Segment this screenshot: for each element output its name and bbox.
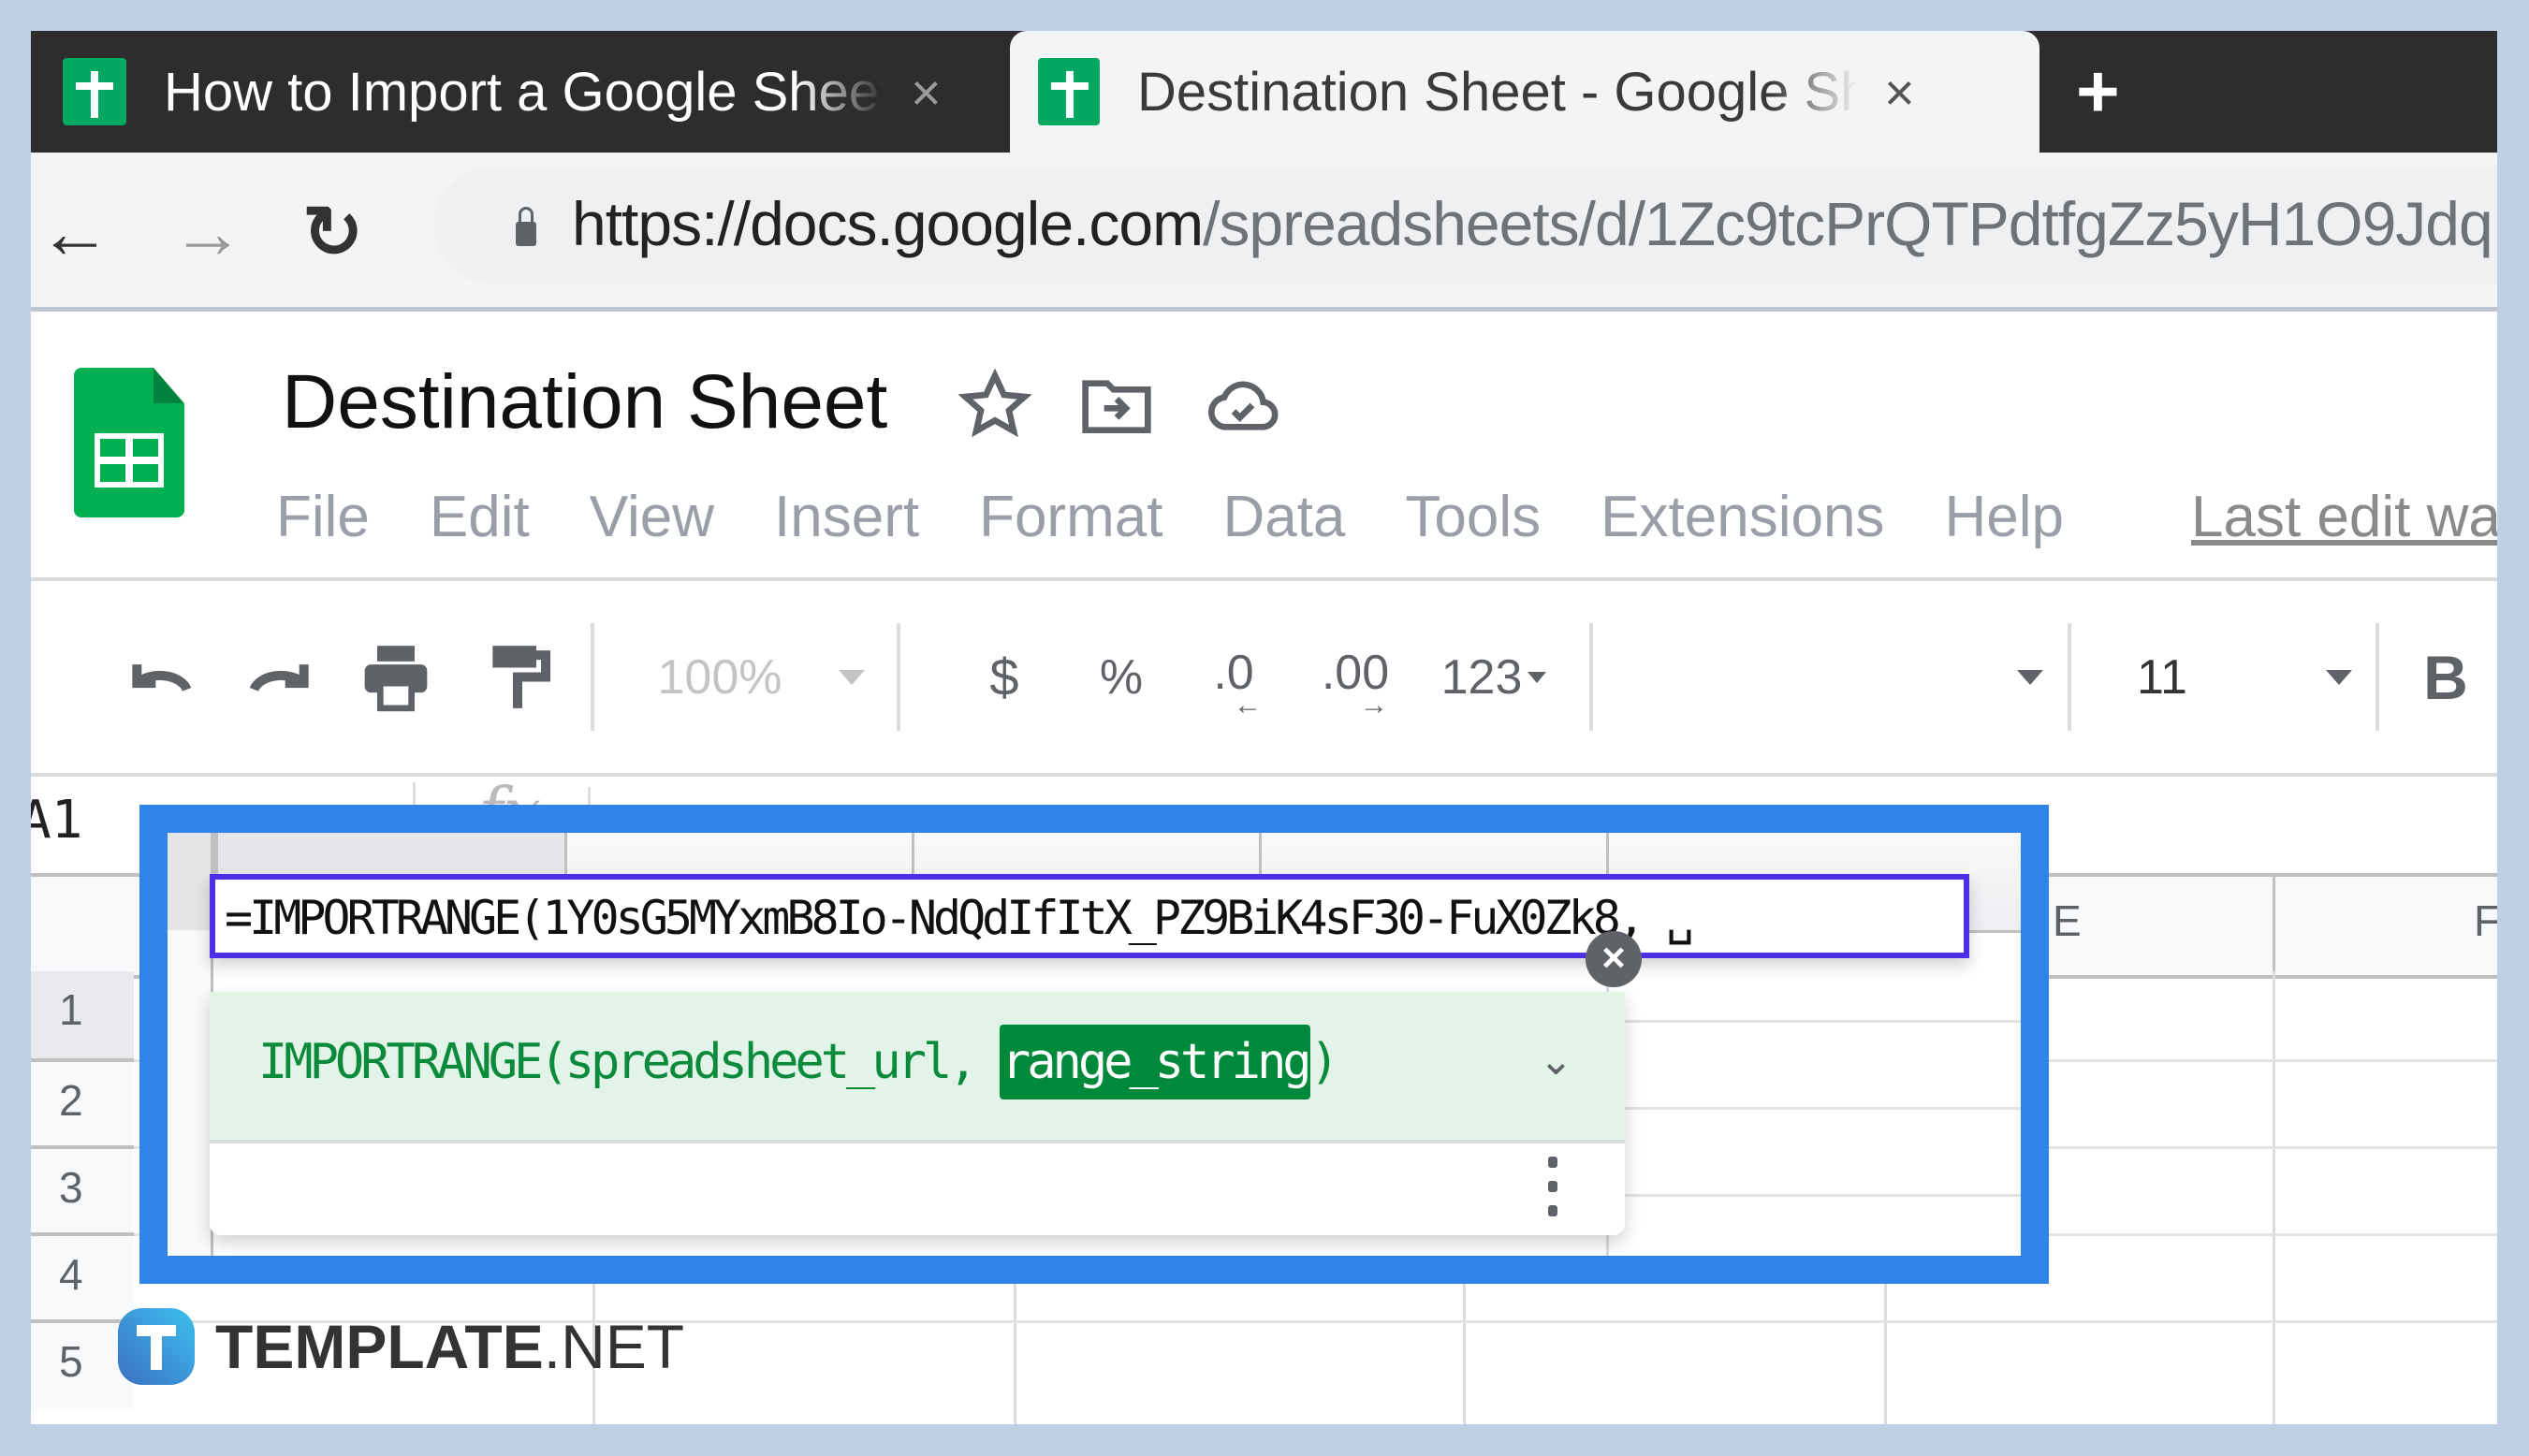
lock-icon[interactable] bbox=[516, 207, 536, 246]
forward-arrow-icon[interactable]: → bbox=[171, 195, 244, 269]
star-icon[interactable] bbox=[958, 368, 1032, 443]
paint-format-icon[interactable] bbox=[480, 581, 555, 773]
menu-extensions[interactable]: Extensions bbox=[1601, 475, 1884, 560]
template-net-watermark: TEMPLATE.NET bbox=[118, 1308, 684, 1385]
watermark-light: .NET bbox=[543, 1312, 685, 1381]
column-divider bbox=[2273, 873, 2275, 971]
caret-down-icon bbox=[838, 669, 865, 685]
new-tab-button[interactable]: + bbox=[2076, 50, 2120, 134]
decrease-decimal-button[interactable]: .0 ← bbox=[1196, 581, 1271, 773]
row-number: 3 bbox=[59, 1163, 83, 1212]
zoom-value: 100% bbox=[657, 649, 782, 705]
arrow-right-icon: → bbox=[1360, 689, 1388, 721]
sheets-favicon-icon bbox=[1038, 58, 1100, 125]
row-number: 1 bbox=[59, 985, 83, 1034]
toolbar-separator bbox=[591, 623, 594, 731]
row-number: 4 bbox=[59, 1250, 83, 1299]
url-host: https://docs.google.com bbox=[572, 189, 1204, 258]
row-number: 2 bbox=[59, 1076, 83, 1125]
tab-how-to-import[interactable]: How to Import a Google Sheets × bbox=[31, 31, 1010, 153]
toolbar-separator bbox=[897, 623, 900, 731]
menu-edit[interactable]: Edit bbox=[430, 475, 530, 560]
tab-strip: How to Import a Google Sheets × Destinat… bbox=[31, 31, 2497, 153]
move-to-folder-icon[interactable] bbox=[1079, 368, 1154, 443]
watermark-bold: TEMPLATE bbox=[215, 1312, 544, 1381]
zoom-select[interactable]: 100% bbox=[649, 581, 873, 773]
toolbar: 100% $ % .0 ← .00 → 123 11 B bbox=[31, 577, 2497, 777]
close-icon[interactable]: × bbox=[911, 62, 942, 123]
cloud-saved-icon[interactable] bbox=[1206, 368, 1280, 443]
row-header-1[interactable]: 1 bbox=[31, 971, 134, 1062]
sheets-logo-icon[interactable] bbox=[74, 368, 184, 517]
function-name: IMPORTRANGE( bbox=[258, 1034, 569, 1090]
document-title[interactable]: Destination Sheet bbox=[282, 358, 887, 446]
address-bar-row: ← → ↻ https://docs.google.com/spreadshee… bbox=[31, 153, 2497, 312]
caret-down-icon bbox=[2326, 669, 2352, 685]
watermark-text: TEMPLATE.NET bbox=[215, 1311, 684, 1382]
menu-insert[interactable]: Insert bbox=[774, 475, 919, 560]
row-header-strip bbox=[168, 930, 213, 1256]
menu-bar: File Edit View Insert Format Data Tools … bbox=[276, 475, 2124, 560]
url-path: /spreadsheets/d/1Zc9tcPrQTPdtfgZz5yH1O9J… bbox=[1203, 189, 2493, 258]
increase-decimal-button[interactable]: .00 → bbox=[1313, 581, 1397, 773]
column-header-F[interactable]: F bbox=[2474, 895, 2497, 946]
cell-editor-text: =IMPORTRANGE(1Y0sG5MYxmB8Io-NdQdIfItX_PZ… bbox=[225, 891, 1694, 945]
tab-destination-sheet[interactable]: Destination Sheet - Google Sheets × bbox=[1010, 31, 2039, 153]
back-arrow-icon[interactable]: ← bbox=[38, 195, 111, 269]
toolbar-separator bbox=[2376, 623, 2379, 731]
menu-view[interactable]: View bbox=[590, 475, 714, 560]
signature-text: IMPORTRANGE(spreadsheet_url, range_strin… bbox=[258, 1025, 1339, 1099]
menu-format[interactable]: Format bbox=[979, 475, 1162, 560]
name-box-value: A1 bbox=[31, 790, 83, 851]
menu-tools[interactable]: Tools bbox=[1405, 475, 1541, 560]
caret-down-icon bbox=[1528, 671, 1547, 683]
formula-helper-popup: IMPORTRANGE(spreadsheet_url, range_strin… bbox=[210, 992, 1625, 1235]
redo-icon[interactable] bbox=[241, 581, 316, 773]
menu-file[interactable]: File bbox=[276, 475, 370, 560]
close-paren: ) bbox=[1309, 1034, 1339, 1090]
font-family-select[interactable] bbox=[1594, 581, 2062, 773]
toolbar-separator bbox=[1589, 623, 1593, 731]
print-icon[interactable] bbox=[358, 581, 433, 773]
more-formats-label: 123 bbox=[1440, 649, 1523, 705]
cell-editor-input[interactable]: =IMPORTRANGE(1Y0sG5MYxmB8Io-NdQdIfItX_PZ… bbox=[210, 874, 1969, 958]
template-logo-icon bbox=[118, 1308, 195, 1385]
menu-help[interactable]: Help bbox=[1944, 475, 2064, 560]
close-helper-icon[interactable]: × bbox=[1586, 931, 1642, 987]
font-size-select[interactable]: 11 bbox=[2109, 581, 2352, 773]
column-header-E[interactable]: E bbox=[2053, 895, 2082, 946]
row-header-3[interactable]: 3 bbox=[31, 1149, 134, 1236]
argument-range-string-active: range_string bbox=[999, 1025, 1312, 1099]
percent-button[interactable]: % bbox=[1093, 581, 1149, 773]
tab-title: How to Import a Google Sheets bbox=[164, 61, 884, 123]
reload-icon[interactable]: ↻ bbox=[302, 195, 363, 269]
menu-data[interactable]: Data bbox=[1222, 475, 1345, 560]
sheets-favicon-icon bbox=[63, 58, 126, 125]
column-divider bbox=[2273, 971, 2275, 1424]
argument-spreadsheet-url: spreadsheet_url, bbox=[564, 1034, 1000, 1090]
arrow-left-icon: ← bbox=[1234, 689, 1262, 721]
function-signature[interactable]: IMPORTRANGE(spreadsheet_url, range_strin… bbox=[210, 992, 1625, 1143]
url-text[interactable]: https://docs.google.com/spreadsheets/d/1… bbox=[572, 188, 2493, 259]
toolbar-separator bbox=[2068, 623, 2071, 731]
row-header-2[interactable]: 2 bbox=[31, 1062, 134, 1149]
tab-title: Destination Sheet - Google Sheets bbox=[1137, 61, 1858, 123]
currency-button[interactable]: $ bbox=[976, 581, 1032, 773]
undo-icon[interactable] bbox=[124, 581, 199, 773]
font-size-value: 11 bbox=[2137, 649, 2187, 705]
more-vert-icon[interactable] bbox=[1548, 1157, 1559, 1218]
chevron-down-icon[interactable]: ⌄ bbox=[1539, 1037, 1573, 1085]
last-edit-link[interactable]: Last edit wa bbox=[2191, 475, 2497, 560]
row-number: 5 bbox=[59, 1337, 83, 1386]
more-formats-button[interactable]: 123 bbox=[1424, 581, 1564, 773]
caret-down-icon bbox=[2017, 669, 2043, 685]
bold-button[interactable]: B bbox=[2408, 581, 2483, 773]
close-icon[interactable]: × bbox=[1884, 62, 1915, 123]
